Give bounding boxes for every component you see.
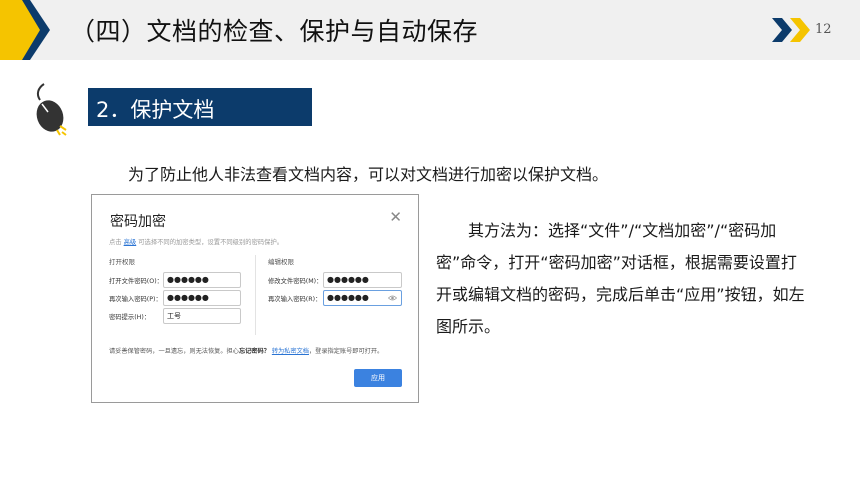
note-suffix: ，登录指定账号即可打开。 xyxy=(308,348,384,355)
apply-button[interactable]: 应用 xyxy=(354,369,402,387)
note-prefix: 请妥善保管密码，一旦遗忘，则无法恢复。担心 xyxy=(109,348,239,355)
chevron-right-icon xyxy=(790,18,810,42)
edit-confirm-value: ●●●●●● xyxy=(327,293,369,302)
header-accent-shape xyxy=(0,0,50,60)
method-paragraph: 其方法为：选择“文件”/“文档加密”/“密码加密”命令，打开“密码加密”对话框，… xyxy=(436,221,805,336)
section-heading-label: 2．保护文档 xyxy=(96,98,215,122)
dialog-title: 密码加密 xyxy=(110,214,166,230)
password-hint-input[interactable]: 工号 xyxy=(163,308,241,324)
edit-confirm-input[interactable]: ●●●●●● xyxy=(323,290,402,306)
open-password-label: 打开文件密码(O)： xyxy=(109,278,163,285)
edit-confirm-label: 再次输入密码(R)： xyxy=(268,296,322,303)
edit-password-input[interactable]: ●●●●●● xyxy=(323,272,402,288)
open-confirm-label: 再次输入密码(P)： xyxy=(109,296,162,303)
eye-icon[interactable] xyxy=(388,294,397,302)
method-description: 其方法为：选择“文件”/“文档加密”/“密码加密”命令，打开“密码加密”对话框，… xyxy=(436,215,808,343)
password-hint-label: 密码提示(H)： xyxy=(109,314,151,321)
edit-permission-heading: 编辑权限 xyxy=(268,258,294,266)
open-confirm-input[interactable]: ●●●●●● xyxy=(163,290,241,306)
page-number: 12 xyxy=(815,22,832,37)
open-permission-heading: 打开权限 xyxy=(109,258,135,266)
header-bar: （四）文档的检查、保护与自动保存 12 xyxy=(0,0,860,60)
page-title: （四）文档的检查、保护与自动保存 xyxy=(70,17,479,46)
intro-text: 为了防止他人非法查看文档内容，可以对文档进行加密以保护文档。 xyxy=(128,165,609,184)
section-heading: 2．保护文档 xyxy=(88,88,312,126)
hint-suffix: 可选择不同的加密类型，设置不同级别的密码保护。 xyxy=(138,239,284,246)
close-icon[interactable]: ✕ xyxy=(389,208,402,226)
note-bold: 忘记密码？ xyxy=(238,348,270,355)
column-divider xyxy=(255,255,256,335)
dialog-hint: 点击 高级 可选择不同的加密类型，设置不同级别的密码保护。 xyxy=(109,237,283,246)
hint-prefix: 点击 xyxy=(109,239,122,246)
edit-password-label: 修改文件密码(M)： xyxy=(268,278,323,285)
private-doc-link[interactable]: 转为私密文档 xyxy=(272,348,309,355)
password-encryption-dialog: 密码加密 ✕ 点击 高级 可选择不同的加密类型，设置不同级别的密码保护。 打开权… xyxy=(91,194,419,403)
computer-mouse-icon xyxy=(36,83,67,136)
open-password-input[interactable]: ●●●●●● xyxy=(163,272,241,288)
advanced-link[interactable]: 高级 xyxy=(124,239,137,246)
dialog-note: 请妥善保管密码，一旦遗忘，则无法恢复。担心忘记密码？ 转为私密文档，登录指定账号… xyxy=(109,346,383,355)
